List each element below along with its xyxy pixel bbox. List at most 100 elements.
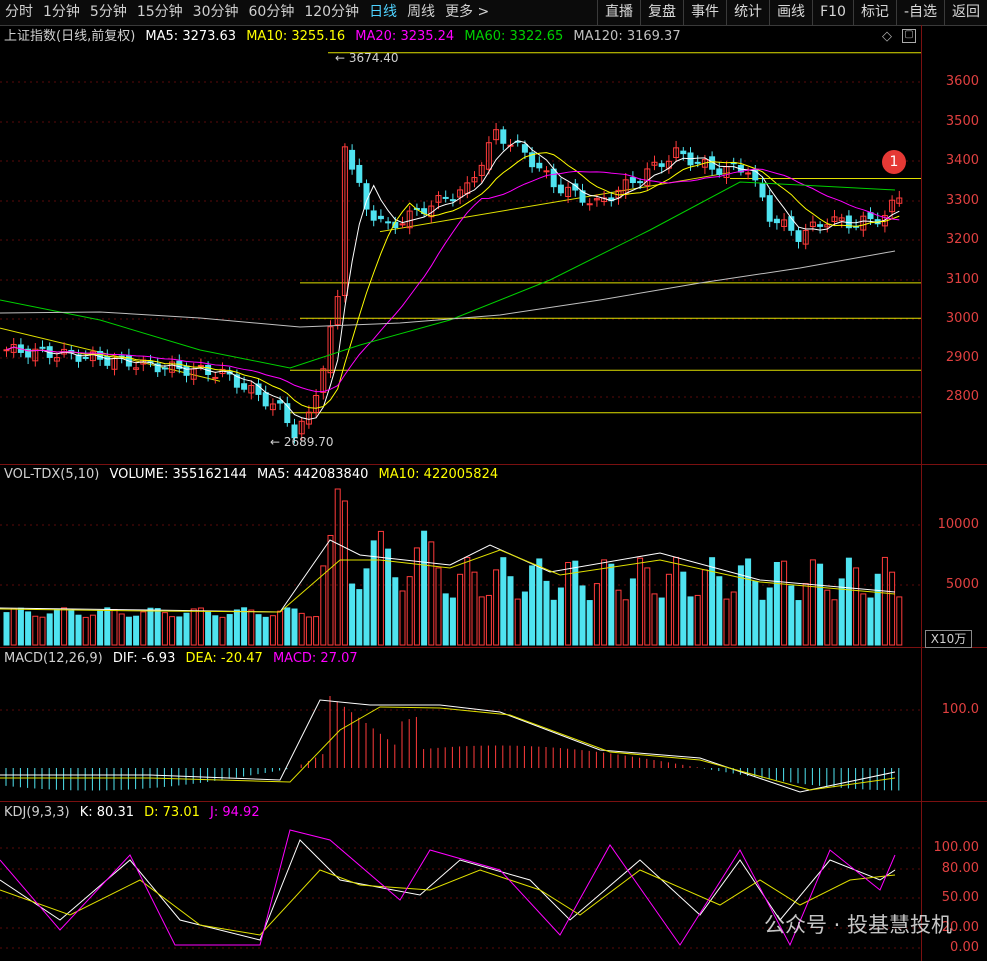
volume-bar-85: [615, 589, 622, 646]
volume-bar-90: [651, 593, 658, 646]
volume-bar-23: [169, 616, 176, 646]
volume-bar-119: [860, 593, 867, 646]
index-title[interactable]: 上证指数(日线,前复权): [4, 29, 135, 44]
volume-title[interactable]: VOL-TDX(5,10): [4, 467, 99, 482]
main-legend: 上证指数(日线,前复权) MA5: 3273.63 MA10: 3255.16 …: [4, 27, 687, 47]
volume-bar-114: [824, 589, 831, 646]
volume-bar-74: [536, 558, 543, 646]
window-toggle-icon[interactable]: ▢: [902, 29, 916, 43]
candle-body-13: [97, 351, 104, 360]
marker-badge[interactable]: 1: [882, 150, 906, 174]
ma10-value: MA10: 3255.16: [246, 29, 346, 44]
ma60-line: [0, 181, 896, 369]
volume-bar-101: [730, 591, 737, 646]
volume-bar-12: [89, 614, 96, 646]
candle-body-77: [557, 184, 564, 194]
macd-title[interactable]: MACD(12,26,9): [4, 651, 103, 666]
volume-bar-6: [46, 613, 53, 646]
candle-body-48: [349, 149, 356, 170]
volume-bar-104: [752, 580, 759, 646]
volume-bar-72: [521, 591, 528, 646]
ma20-value: MA20: 3235.24: [355, 29, 455, 44]
price-tick-5: 3100: [945, 272, 979, 287]
candle-body-53: [385, 221, 392, 224]
kdj-legend: KDJ(9,3,3) K: 80.31 D: 73.01 J: 94.92: [4, 803, 266, 823]
kdj-title[interactable]: KDJ(9,3,3): [4, 805, 70, 820]
kdj-tick-4: 0.00: [950, 940, 979, 955]
volume-bar-7: [53, 608, 60, 646]
volume-bar-0: [3, 612, 10, 646]
candle-body-74: [536, 162, 543, 169]
volume-bar-13: [97, 610, 104, 646]
volume-bar-97: [701, 569, 708, 646]
volume-bar-50: [363, 568, 370, 646]
volume-bar-113: [817, 563, 824, 646]
candle-body-14: [104, 355, 111, 366]
candle-body-105: [759, 182, 766, 198]
volume-bar-36: [262, 616, 269, 646]
volume-bar-112: [809, 559, 816, 646]
volume-bar-35: [255, 614, 262, 646]
volume-bar-80: [579, 585, 586, 646]
volume-bar-122: [881, 556, 888, 646]
volume-bar-121: [874, 573, 881, 646]
volume-bar-48: [349, 583, 356, 646]
candle-body-22: [161, 367, 168, 370]
volume-bar-88: [637, 557, 644, 646]
volume-bar-81: [586, 600, 593, 646]
volume-bar-66: [478, 596, 485, 646]
volume-bar-100: [723, 598, 730, 646]
volume-bar-8: [61, 607, 68, 646]
candle-body-61: [442, 196, 449, 199]
kdj-tick-1: 80.00: [941, 861, 979, 876]
volume-bar-15: [111, 608, 118, 646]
volume-bar-60: [435, 567, 442, 646]
kdj-tick-0: 100.00: [933, 840, 980, 855]
j-line: [0, 829, 896, 947]
volume-bar-107: [773, 561, 780, 646]
volume-bar-1: [10, 608, 17, 646]
candle-body-29: [212, 376, 219, 379]
volume-bar-53: [385, 548, 392, 646]
volume-bar-26: [190, 608, 197, 646]
candle-body-88: [637, 181, 644, 184]
volume-bar-70: [507, 576, 514, 646]
volume-bar-22: [161, 612, 168, 646]
ma120-value: MA120: 3169.37: [573, 29, 681, 44]
price-tick-7: 2900: [945, 350, 979, 365]
candle-body-75: [543, 170, 550, 173]
volume-bar-24: [176, 616, 183, 646]
macd-legend: MACD(12,26,9) DIF: -6.93 DEA: -20.47 MAC…: [4, 649, 364, 669]
volume-bar-79: [572, 560, 579, 646]
volume-bar-59: [428, 541, 435, 646]
diamond-icon[interactable]: ◇: [882, 29, 892, 44]
candle-body-107: [773, 218, 780, 224]
candle-body-76: [550, 168, 557, 188]
ma120-line: [0, 250, 896, 328]
volume-bar-32: [233, 609, 240, 646]
volume-bar-111: [802, 583, 809, 646]
j-value: J: 94.92: [210, 805, 260, 820]
volume-bar-68: [493, 569, 500, 646]
candle-body-72: [521, 144, 528, 153]
volume-bar-57: [413, 547, 420, 646]
volume-bar-39: [284, 607, 291, 646]
candle-body-0: [3, 349, 10, 352]
volume-bar-14: [104, 607, 111, 646]
volume-tick-0: 10000: [937, 517, 979, 532]
volume-bar-30: [219, 616, 226, 646]
volume-bar-2: [17, 607, 24, 646]
volume-bar-9: [68, 610, 75, 646]
volume-bar-123: [889, 571, 896, 646]
price-tick-4: 3200: [945, 232, 979, 247]
candle-body-96: [694, 161, 701, 164]
volume-bar-21: [154, 608, 161, 646]
volume-bar-38: [277, 610, 284, 646]
candle-body-106: [766, 195, 773, 222]
volume-bar-45: [327, 534, 334, 646]
candle-body-94: [680, 150, 687, 155]
volume-bar-29: [212, 615, 219, 646]
candle-body-99: [716, 168, 723, 175]
candle-body-52: [377, 215, 384, 220]
volume-bar-77: [557, 587, 564, 646]
